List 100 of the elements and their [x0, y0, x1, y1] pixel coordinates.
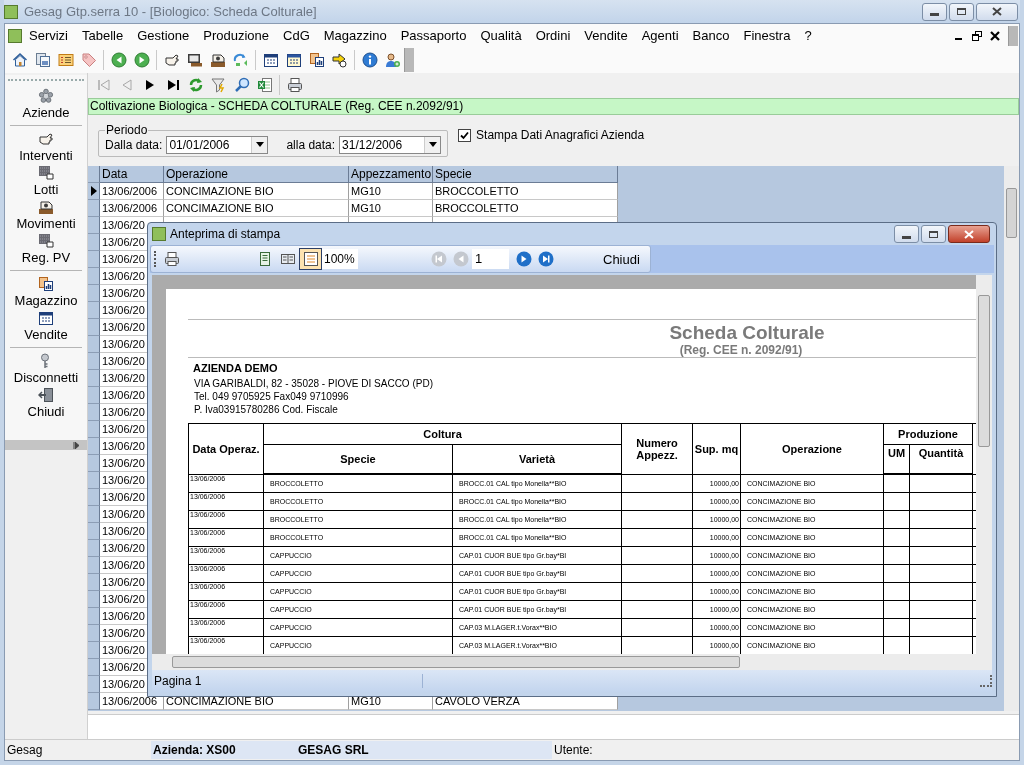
- chart-icon: [308, 52, 325, 68]
- sidebar-item[interactable]: Chiudi: [27, 386, 65, 420]
- maximize-button[interactable]: [921, 225, 946, 243]
- page-status: Pagina 1: [152, 674, 423, 688]
- to-date-label: alla data:: [286, 137, 336, 152]
- close-icon[interactable]: [990, 30, 1000, 41]
- column-header: Specie: [263, 444, 453, 474]
- home-icon: [11, 52, 28, 68]
- menu-item[interactable]: ?: [797, 25, 819, 46]
- minimize-button[interactable]: [922, 2, 947, 21]
- overflow-button[interactable]: [1008, 25, 1018, 46]
- menu-item[interactable]: Servizi: [22, 25, 75, 46]
- maximize-icon: [957, 8, 966, 15]
- checkbox[interactable]: [458, 128, 472, 142]
- menu-item[interactable]: Qualità: [473, 25, 529, 46]
- company-name: AZIENDA DEMO: [193, 362, 279, 374]
- close-preview-button[interactable]: Chiudi: [599, 251, 644, 267]
- page-width-view-button[interactable]: [299, 248, 322, 270]
- last-page-icon[interactable]: [538, 251, 554, 267]
- menu-item[interactable]: Passaporto: [393, 25, 474, 46]
- page-number-field[interactable]: 1: [472, 249, 509, 269]
- menu-item[interactable]: Gestione: [130, 25, 197, 46]
- grid-corner: [88, 166, 100, 183]
- tag-icon: [80, 52, 97, 68]
- close-button[interactable]: [976, 2, 1018, 21]
- pointer-icon: [90, 186, 97, 196]
- filter-icon: [210, 77, 227, 93]
- collapse-handle[interactable]: [5, 440, 87, 450]
- to-date-field[interactable]: 31/12/2006: [339, 135, 442, 154]
- table-cell: BROCCOLETTO: [433, 200, 618, 217]
- overflow-button[interactable]: [404, 48, 414, 72]
- caret-icon: [255, 142, 264, 147]
- app-icon: [8, 28, 22, 43]
- zoom-field[interactable]: 100%: [322, 249, 358, 269]
- sidebar-item[interactable]: Movimenti: [16, 198, 76, 232]
- table-cell: 13/06/2006: [100, 693, 164, 710]
- column-header: UM: [883, 444, 910, 474]
- minimize-button[interactable]: [894, 225, 919, 243]
- close-button[interactable]: [948, 225, 990, 243]
- app-icon: [4, 4, 18, 19]
- sidebar-item[interactable]: Interventi: [19, 130, 73, 164]
- maximize-button[interactable]: [949, 2, 974, 21]
- check-icon: [460, 130, 470, 140]
- search-icon: [233, 77, 250, 93]
- column-group-header: Produzione: [883, 423, 973, 445]
- calendar-icon: [262, 52, 279, 68]
- table-cell: CONCIMAZIONE BIO: [164, 200, 349, 217]
- menu-item[interactable]: Agenti: [634, 25, 686, 46]
- column-header[interactable]: Appezzamento: [349, 166, 433, 183]
- company-address: Tel. 049 9705925 Fax049 9710996: [194, 390, 350, 403]
- row-indicator[interactable]: [88, 183, 100, 200]
- close-icon: [992, 7, 1002, 16]
- column-header: Sup. mq: [692, 423, 741, 474]
- company-address: P. Iva03915780286 Cod. Fiscale: [194, 403, 339, 416]
- hand-icon: [163, 52, 180, 68]
- back-icon: [110, 52, 127, 68]
- column-group-header: Coltura: [263, 423, 622, 445]
- menu-item[interactable]: Ordini: [528, 25, 578, 46]
- table-cell: BROCCOLETTO: [433, 183, 618, 200]
- sidebar-item[interactable]: Reg. PV: [21, 232, 71, 266]
- column-header[interactable]: Data: [100, 166, 164, 183]
- table-cell: CONCIMAZIONE BIO: [164, 183, 349, 200]
- column-header: Operazione: [740, 423, 884, 474]
- window-title: Gesag Gtp.serra 10 - [Biologico: Scheda Colturale]: [24, 4, 317, 19]
- status-text: Gesag: [6, 742, 44, 759]
- next-page-icon[interactable]: [516, 251, 532, 267]
- menu-item[interactable]: CdG: [276, 25, 317, 46]
- app-icon: [152, 227, 166, 241]
- keyboard-icon: [186, 52, 203, 68]
- text-field[interactable]: [88, 714, 1019, 739]
- sidebar-item[interactable]: Aziende: [22, 87, 70, 121]
- menu-item[interactable]: Produzione: [196, 25, 277, 46]
- forward-icon: [133, 52, 150, 68]
- status-company: Azienda: XS00: [151, 741, 296, 759]
- restore-icon[interactable]: [972, 30, 982, 41]
- sidebar-item[interactable]: Magazzino: [14, 275, 78, 309]
- hand-icon: [38, 131, 54, 147]
- menu-item[interactable]: Tabelle: [75, 25, 131, 46]
- menu-item[interactable]: Magazzino: [316, 25, 394, 46]
- checkbox-label: Stampa Dati Anagrafici Azienda: [476, 128, 645, 142]
- group-title: Periodo: [105, 123, 149, 137]
- vertical-scrollbar[interactable]: [1004, 166, 1019, 711]
- checklist-icon: [57, 52, 74, 68]
- menu-item[interactable]: Banco: [685, 25, 737, 46]
- column-header[interactable]: Operazione: [164, 166, 349, 183]
- hand-box-icon: [209, 52, 226, 68]
- hand-box-icon: [38, 199, 54, 215]
- column-header[interactable]: Specie: [433, 166, 618, 183]
- vertical-scrollbar[interactable]: [976, 275, 992, 654]
- horizontal-scrollbar[interactable]: [152, 654, 992, 670]
- sidebar-item[interactable]: Disconnetti: [13, 352, 79, 386]
- menu-item[interactable]: Vendite: [577, 25, 635, 46]
- sidebar-item[interactable]: Vendite: [24, 309, 68, 343]
- sidebar-item[interactable]: Lotti: [33, 164, 59, 198]
- column-header: Data Operaz.: [188, 423, 264, 474]
- menu-item[interactable]: Finestra: [736, 25, 798, 46]
- table-cell: MG10: [349, 183, 433, 200]
- column-header: Numero Appezz.: [621, 423, 693, 474]
- printer-icon: [286, 77, 303, 93]
- from-date-field[interactable]: 01/01/2006: [166, 135, 269, 154]
